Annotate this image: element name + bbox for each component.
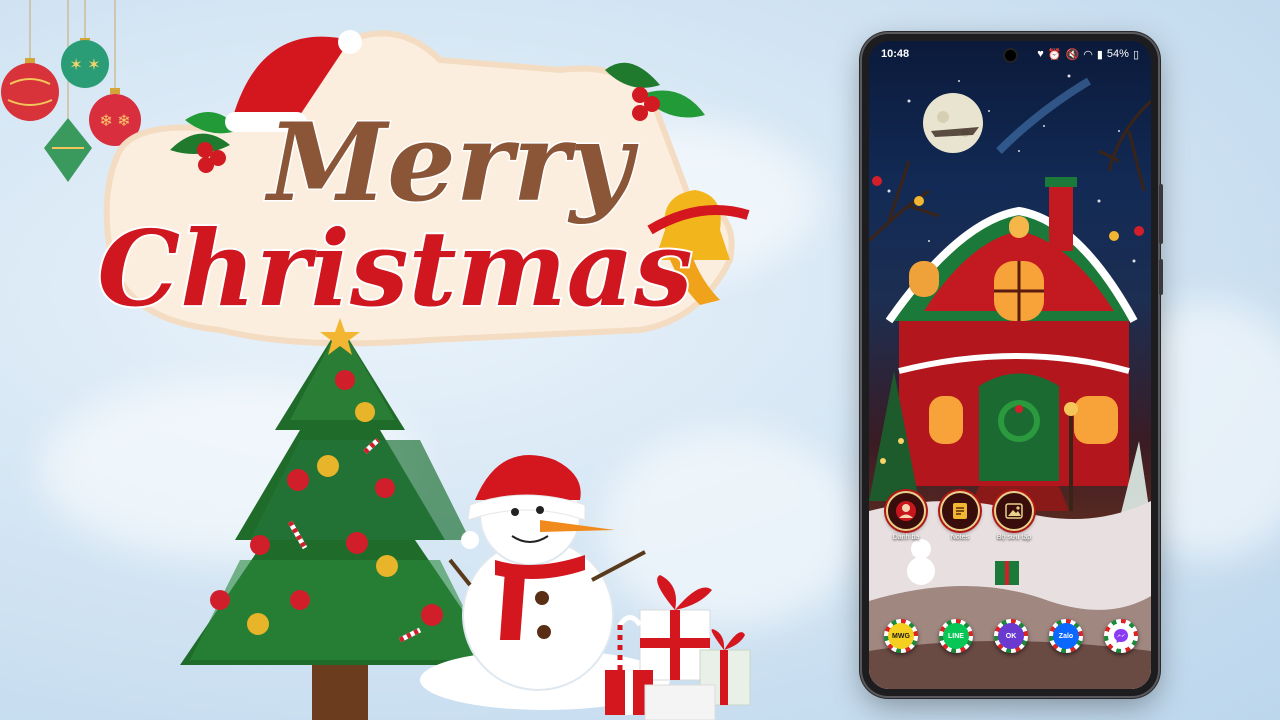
svg-text:❄ ❄: ❄ ❄ xyxy=(99,113,130,130)
mute-icon: 🔇 xyxy=(1065,48,1080,61)
volume-button xyxy=(1159,184,1163,244)
gingerbread-house-icon xyxy=(885,177,1138,511)
power-button xyxy=(1159,259,1163,295)
dock-app-line[interactable]: LINE xyxy=(933,619,979,653)
app-notes[interactable]: Notes xyxy=(937,491,983,541)
app-label: Bộ sưu tập xyxy=(996,534,1032,541)
app-label: Notes xyxy=(950,534,970,541)
ornament-red-icon xyxy=(1,63,59,121)
mwg-icon: MWG xyxy=(888,623,914,649)
line-icon: LINE xyxy=(943,623,969,649)
front-camera xyxy=(1005,50,1016,61)
greeting-line-2: Christmas xyxy=(97,207,692,330)
gallery-icon xyxy=(1005,503,1023,519)
app-gallery[interactable]: Bộ sưu tập xyxy=(991,491,1037,541)
dock-app-ok[interactable]: OK xyxy=(988,619,1034,653)
moon-icon xyxy=(923,93,983,153)
app-label: Danh bạ xyxy=(892,534,920,541)
ornament-green-icon xyxy=(44,118,92,182)
christmas-tree-icon xyxy=(180,318,500,720)
christmas-wallpaper xyxy=(869,74,1151,689)
ok-icon: OK xyxy=(998,623,1024,649)
battery-percent: 54% xyxy=(1106,48,1129,60)
dock-app-mwg[interactable]: MWG xyxy=(878,619,924,653)
contacts-icon xyxy=(896,501,916,521)
wifi-icon: ◠ xyxy=(1083,48,1093,61)
app-contacts[interactable]: Danh bạ xyxy=(883,491,929,541)
smartphone: 10:48 ♥ ⏰ 🔇 ◠ ▮ 54% ▯ Danh bạ Notes Bộ s… xyxy=(862,34,1163,696)
alarm-icon: ⏰ xyxy=(1047,48,1062,61)
home-screen: 10:48 ♥ ⏰ 🔇 ◠ ▮ 54% ▯ Danh bạ Notes Bộ s… xyxy=(869,41,1151,689)
messenger-glyph-icon xyxy=(1114,629,1128,643)
signal-icon: ▮ xyxy=(1096,48,1103,61)
status-icons: ♥ ⏰ 🔇 ◠ ▮ 54% ▯ xyxy=(1037,48,1139,61)
zalo-icon: Zalo xyxy=(1053,623,1079,649)
dock-app-messenger[interactable] xyxy=(1098,619,1144,653)
status-time: 10:48 xyxy=(881,48,910,60)
messenger-icon xyxy=(1108,623,1134,649)
gift-boxes-icon xyxy=(605,575,751,720)
dock-app-zalo[interactable]: Zalo xyxy=(1043,619,1089,653)
christmas-scene: ✶ ✶ ❄ ❄ Merry Christmas xyxy=(1,0,751,720)
svg-text:✶ ✶: ✶ ✶ xyxy=(69,57,100,74)
heart-icon: ♥ xyxy=(1037,48,1044,60)
battery-icon: ▯ xyxy=(1132,48,1139,61)
notes-icon xyxy=(953,503,967,519)
